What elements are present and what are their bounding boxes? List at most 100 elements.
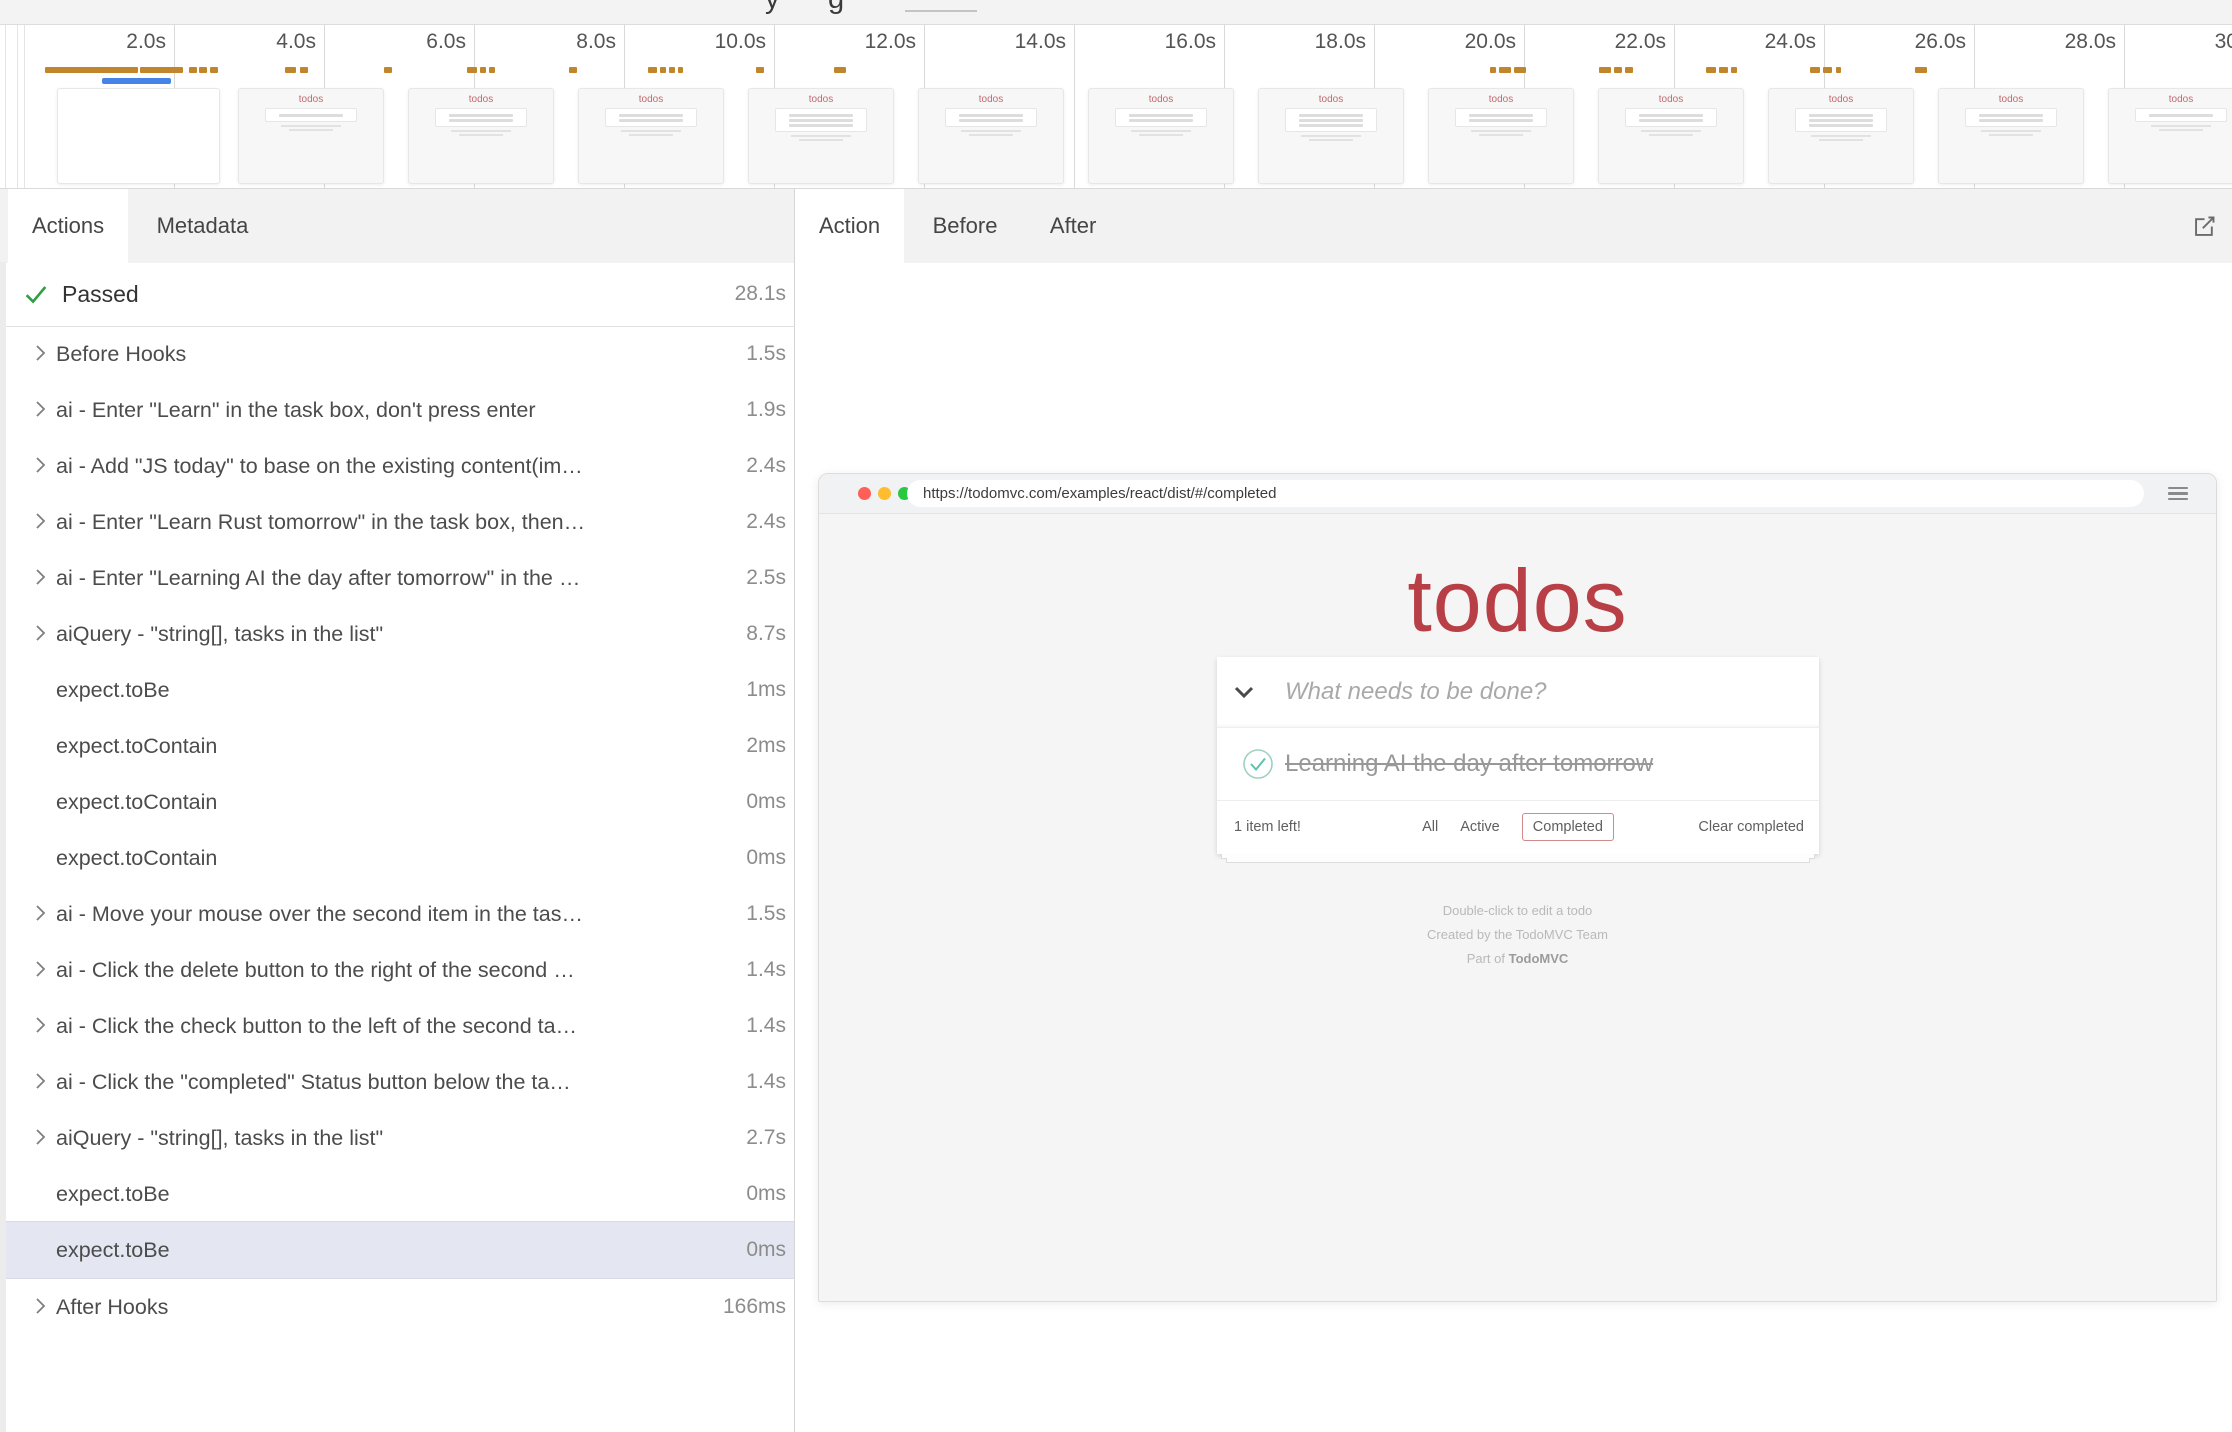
timeline-action-mark bbox=[1514, 67, 1526, 73]
action-list: Before Hooks 1.5s ai - Enter "Learn" in … bbox=[6, 326, 794, 1335]
thumbnail-app-box bbox=[945, 108, 1036, 127]
filmstrip-thumbnail[interactable]: todos bbox=[1938, 88, 2084, 184]
chevron-right-icon[interactable] bbox=[28, 565, 52, 589]
action-row[interactable]: After Hooks 166ms bbox=[6, 1279, 794, 1335]
action-row[interactable]: expect.toBe 1ms bbox=[6, 662, 794, 718]
filmstrip-thumbnail[interactable]: todos bbox=[1258, 88, 1404, 184]
timeline-tick-label: 20.0s bbox=[1406, 30, 1516, 54]
traffic-light-yellow[interactable] bbox=[878, 487, 891, 500]
chevron-right-icon[interactable] bbox=[28, 957, 52, 981]
todomvc-link[interactable]: TodoMVC bbox=[1509, 951, 1569, 966]
filmstrip-thumbnail[interactable]: todos bbox=[238, 88, 384, 184]
filter-completed[interactable]: Completed bbox=[1522, 813, 1614, 841]
todos-heading: todos bbox=[819, 550, 2216, 652]
action-row[interactable]: ai - Click the delete button to the righ… bbox=[6, 942, 794, 998]
timeline-action-mark bbox=[1810, 67, 1820, 73]
action-duration: 1.5s bbox=[746, 886, 786, 942]
timeline-action-mark bbox=[669, 67, 675, 73]
tab-after[interactable]: After bbox=[1026, 189, 1120, 263]
action-row[interactable]: aiQuery - "string[], tasks in the list" … bbox=[6, 1110, 794, 1166]
filmstrip-thumbnail[interactable] bbox=[57, 88, 220, 184]
chevron-right-icon[interactable] bbox=[28, 1013, 52, 1037]
action-row[interactable]: ai - Click the check button to the left … bbox=[6, 998, 794, 1054]
timeline-tick-label: 22.0s bbox=[1556, 30, 1666, 54]
filmstrip-thumbnail[interactable]: todos bbox=[1768, 88, 1914, 184]
timeline[interactable]: 2.0s4.0s6.0s8.0s10.0s12.0s14.0s16.0s18.0… bbox=[0, 25, 2232, 188]
todo-toggle-checked-icon[interactable] bbox=[1229, 735, 1287, 798]
chevron-right-icon[interactable] bbox=[28, 509, 52, 533]
tab-metadata[interactable]: Metadata bbox=[133, 189, 273, 263]
timeline-action-mark bbox=[467, 67, 477, 73]
action-row[interactable]: ai - Enter "Learn Rust tomorrow" in the … bbox=[6, 494, 794, 550]
chevron-right-icon[interactable] bbox=[28, 397, 52, 421]
info-line: Double-click to edit a todo bbox=[819, 899, 2216, 923]
chevron-right-icon[interactable] bbox=[28, 1125, 52, 1149]
action-duration: 1.4s bbox=[746, 1054, 786, 1110]
tab-actions[interactable]: Actions bbox=[8, 189, 128, 263]
action-label: expect.toContain bbox=[56, 830, 684, 886]
action-row[interactable]: ai - Enter "Learning AI the day after to… bbox=[6, 550, 794, 606]
todo-item[interactable]: Learning AI the day after tomorrow bbox=[1217, 728, 1819, 801]
action-label: Before Hooks bbox=[56, 326, 684, 382]
action-duration: 1.9s bbox=[746, 382, 786, 438]
chevron-right-icon[interactable] bbox=[28, 901, 52, 925]
timeline-gridline bbox=[5, 25, 6, 188]
chevron-right-icon[interactable] bbox=[28, 453, 52, 477]
filmstrip-thumbnail[interactable]: todos bbox=[1088, 88, 1234, 184]
action-label: ai - Click the check button to the left … bbox=[56, 998, 684, 1054]
chevron-right-icon[interactable] bbox=[28, 621, 52, 645]
action-row[interactable]: ai - Move your mouse over the second ite… bbox=[6, 886, 794, 942]
clear-completed-button[interactable]: Clear completed bbox=[1698, 801, 1804, 854]
thumbnail-app-box bbox=[1795, 108, 1886, 132]
action-row[interactable]: expect.toContain 0ms bbox=[6, 830, 794, 886]
info-line: Part of TodoMVC bbox=[819, 947, 2216, 971]
action-label: expect.toContain bbox=[56, 718, 684, 774]
filmstrip-thumbnail[interactable]: todos bbox=[578, 88, 724, 184]
filmstrip-thumbnail[interactable]: todos bbox=[748, 88, 894, 184]
traffic-light-red[interactable] bbox=[858, 487, 871, 500]
tab-before[interactable]: Before bbox=[909, 189, 1022, 263]
menu-icon[interactable] bbox=[2168, 487, 2188, 501]
action-label: expect.toBe bbox=[56, 662, 684, 718]
chevron-right-icon[interactable] bbox=[28, 341, 52, 365]
action-row[interactable]: Before Hooks 1.5s bbox=[6, 326, 794, 382]
new-todo-row[interactable]: What needs to be done? bbox=[1217, 657, 1819, 728]
left-tabbar: Actions Metadata bbox=[0, 188, 794, 263]
thumbnail-todos-label: todos bbox=[1939, 94, 2083, 105]
timeline-action-mark bbox=[285, 67, 296, 73]
filter-all[interactable]: All bbox=[1422, 819, 1438, 835]
browser-chrome: https://todomvc.com/examples/react/dist/… bbox=[819, 474, 2216, 514]
thumbnail-todos-label: todos bbox=[2109, 94, 2232, 105]
action-row[interactable]: ai - Enter "Learn" in the task box, don'… bbox=[6, 382, 794, 438]
filmstrip-thumbnail[interactable]: todos bbox=[408, 88, 554, 184]
timeline-tick-label: 10.0s bbox=[656, 30, 766, 54]
filmstrip-thumbnail[interactable]: todos bbox=[1428, 88, 1574, 184]
action-row[interactable]: ai - Add "JS today" to base on the exist… bbox=[6, 438, 794, 494]
toggle-all-chevron-icon[interactable] bbox=[1234, 686, 1254, 704]
timeline-tick-label: 6.0s bbox=[356, 30, 466, 54]
filmstrip-thumbnail[interactable]: todos bbox=[918, 88, 1064, 184]
timeline-action-mark bbox=[1731, 67, 1737, 73]
action-row[interactable]: expect.toBe 0ms bbox=[6, 1221, 794, 1279]
tab-action[interactable]: Action bbox=[795, 189, 904, 263]
filter-active[interactable]: Active bbox=[1460, 819, 1500, 835]
new-todo-placeholder[interactable]: What needs to be done? bbox=[1285, 657, 1547, 727]
action-row[interactable]: expect.toBe 0ms bbox=[6, 1166, 794, 1222]
clipped-title-fragment: y bbox=[765, 0, 780, 16]
thumbnail-todos-label: todos bbox=[1599, 94, 1743, 105]
chevron-right-icon[interactable] bbox=[28, 1294, 52, 1318]
chevron-right-icon[interactable] bbox=[28, 1069, 52, 1093]
address-bar[interactable]: https://todomvc.com/examples/react/dist/… bbox=[907, 480, 2144, 507]
action-duration: 166ms bbox=[723, 1279, 786, 1335]
open-external-icon[interactable] bbox=[2191, 213, 2218, 240]
thumbnail-app-box bbox=[605, 108, 696, 127]
action-row[interactable]: ai - Click the "completed" Status button… bbox=[6, 1054, 794, 1110]
timeline-action-mark bbox=[660, 67, 666, 73]
filmstrip-thumbnail[interactable]: todos bbox=[1598, 88, 1744, 184]
timeline-action-mark bbox=[384, 67, 392, 73]
action-row[interactable]: expect.toContain 2ms bbox=[6, 718, 794, 774]
action-row[interactable]: aiQuery - "string[], tasks in the list" … bbox=[6, 606, 794, 662]
filmstrip-thumbnail[interactable]: todos bbox=[2108, 88, 2232, 184]
timeline-selected-range[interactable] bbox=[102, 78, 171, 84]
action-row[interactable]: expect.toContain 0ms bbox=[6, 774, 794, 830]
